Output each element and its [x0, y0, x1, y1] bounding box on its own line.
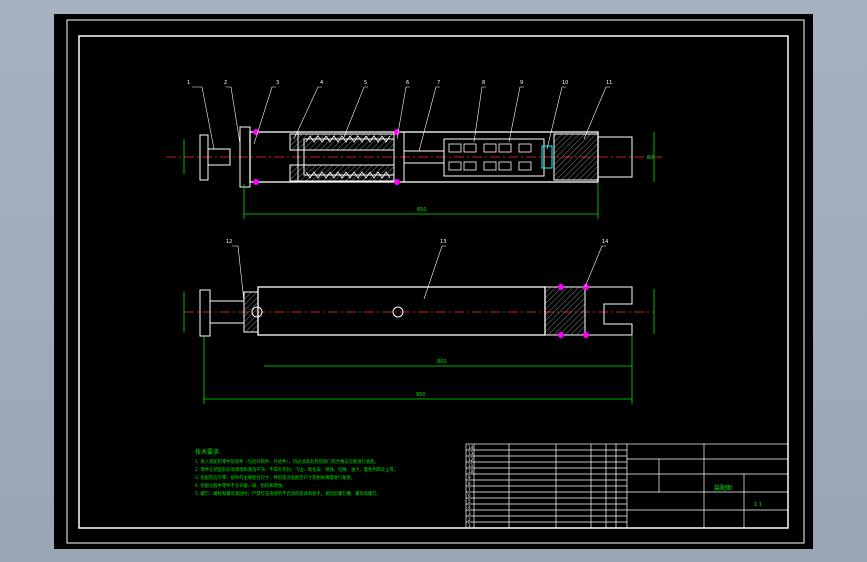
bottom-side-view: 800 950 12 13 14	[183, 239, 655, 404]
svg-text:4: 4	[320, 80, 323, 86]
svg-text:7: 7	[468, 487, 471, 492]
svg-text:12: 12	[468, 457, 474, 462]
handle-knob	[199, 134, 209, 181]
tech-note-line: 5. 螺钉、螺栓和螺母紧固时，严禁打击或使用不合适的旋具和扳手。紧固后螺钉槽、螺…	[195, 490, 381, 497]
svg-text:14: 14	[602, 239, 608, 245]
svg-text:6: 6	[468, 493, 471, 498]
inner-border	[78, 35, 789, 529]
svg-text:2: 2	[224, 80, 227, 86]
piston-block	[443, 138, 545, 177]
tech-note-line: 2. 零件在装配前必须清理和清洗干净，不得有毛刺、飞边、氧化皮、锈蚀、切屑、油污…	[195, 466, 398, 473]
cad-viewport[interactable]: 650 80 1 2 3 4 5 6 7 8 9 10 11 800 950 1…	[54, 14, 813, 549]
svg-text:11: 11	[468, 463, 474, 468]
bottom-body	[257, 286, 546, 336]
callout-numbers: 1 2 3 4 5 6 7 8 9 10 11	[187, 80, 612, 86]
title-block	[465, 443, 789, 529]
top-section-view: 650 80 1 2 3 4 5 6 7 8 9 10 11	[166, 80, 664, 219]
tech-notes: 技术要求 1. 进入装配的零件及部件（包括外购件、外协件），均必须具有检验部门的…	[195, 448, 398, 497]
tech-notes-heading: 技术要求	[195, 448, 219, 456]
bottom-clevis	[585, 286, 633, 336]
svg-text:4: 4	[468, 505, 471, 510]
svg-text:9: 9	[520, 80, 523, 86]
svg-text:12: 12	[226, 239, 232, 245]
bottom-rear-block	[544, 286, 586, 336]
outer-border	[66, 19, 805, 544]
svg-text:13: 13	[440, 239, 446, 245]
dim-top-height: 80	[647, 155, 653, 161]
svg-text:3: 3	[276, 80, 279, 86]
drawing-canvas: 650 80 1 2 3 4 5 6 7 8 9 10 11 800 950 1…	[66, 19, 805, 544]
svg-text:1: 1	[468, 523, 471, 528]
tech-note-line: 4. 装配过程中零件不允许磕、碰、划伤和锈蚀。	[195, 482, 286, 489]
bottom-front-cap	[243, 291, 259, 333]
dim-top-overall: 650	[417, 207, 427, 213]
title-block-drawing-name: 装配图	[714, 484, 732, 492]
tech-note-line: 3. 装配前应对零、部件的主要配合尺寸，特别是过盈配合尺寸及相关精度进行复查。	[195, 474, 355, 481]
svg-text:7: 7	[437, 80, 440, 86]
callout-leaders	[192, 86, 610, 152]
title-block-scale: 1:1	[754, 502, 762, 508]
svg-text:14: 14	[468, 445, 474, 450]
svg-text:8: 8	[468, 481, 471, 486]
svg-text:1: 1	[187, 80, 190, 86]
svg-text:5: 5	[468, 499, 471, 504]
bottom-callout-numbers: 12 13 14	[226, 239, 608, 245]
rear-block	[553, 133, 599, 181]
bottom-handle-knob	[199, 289, 211, 337]
title-block-part-numbers: 14 13 12 11 10 9 8 7 6 5 4 3 2 1	[468, 445, 474, 528]
svg-text:10: 10	[562, 80, 568, 86]
svg-text:13: 13	[468, 451, 474, 456]
svg-text:9: 9	[468, 475, 471, 480]
dim-bottom-inner: 800	[437, 359, 447, 365]
svg-text:11: 11	[606, 80, 612, 86]
svg-text:10: 10	[468, 469, 474, 474]
tech-note-line: 1. 进入装配的零件及部件（包括外购件、外协件），均必须具有检验部门的合格证方能…	[195, 458, 379, 465]
svg-text:8: 8	[482, 80, 485, 86]
svg-text:6: 6	[406, 80, 409, 86]
svg-text:5: 5	[364, 80, 367, 86]
svg-text:2: 2	[468, 517, 471, 522]
svg-text:3: 3	[468, 511, 471, 516]
dim-bottom-overall: 950	[416, 392, 426, 398]
